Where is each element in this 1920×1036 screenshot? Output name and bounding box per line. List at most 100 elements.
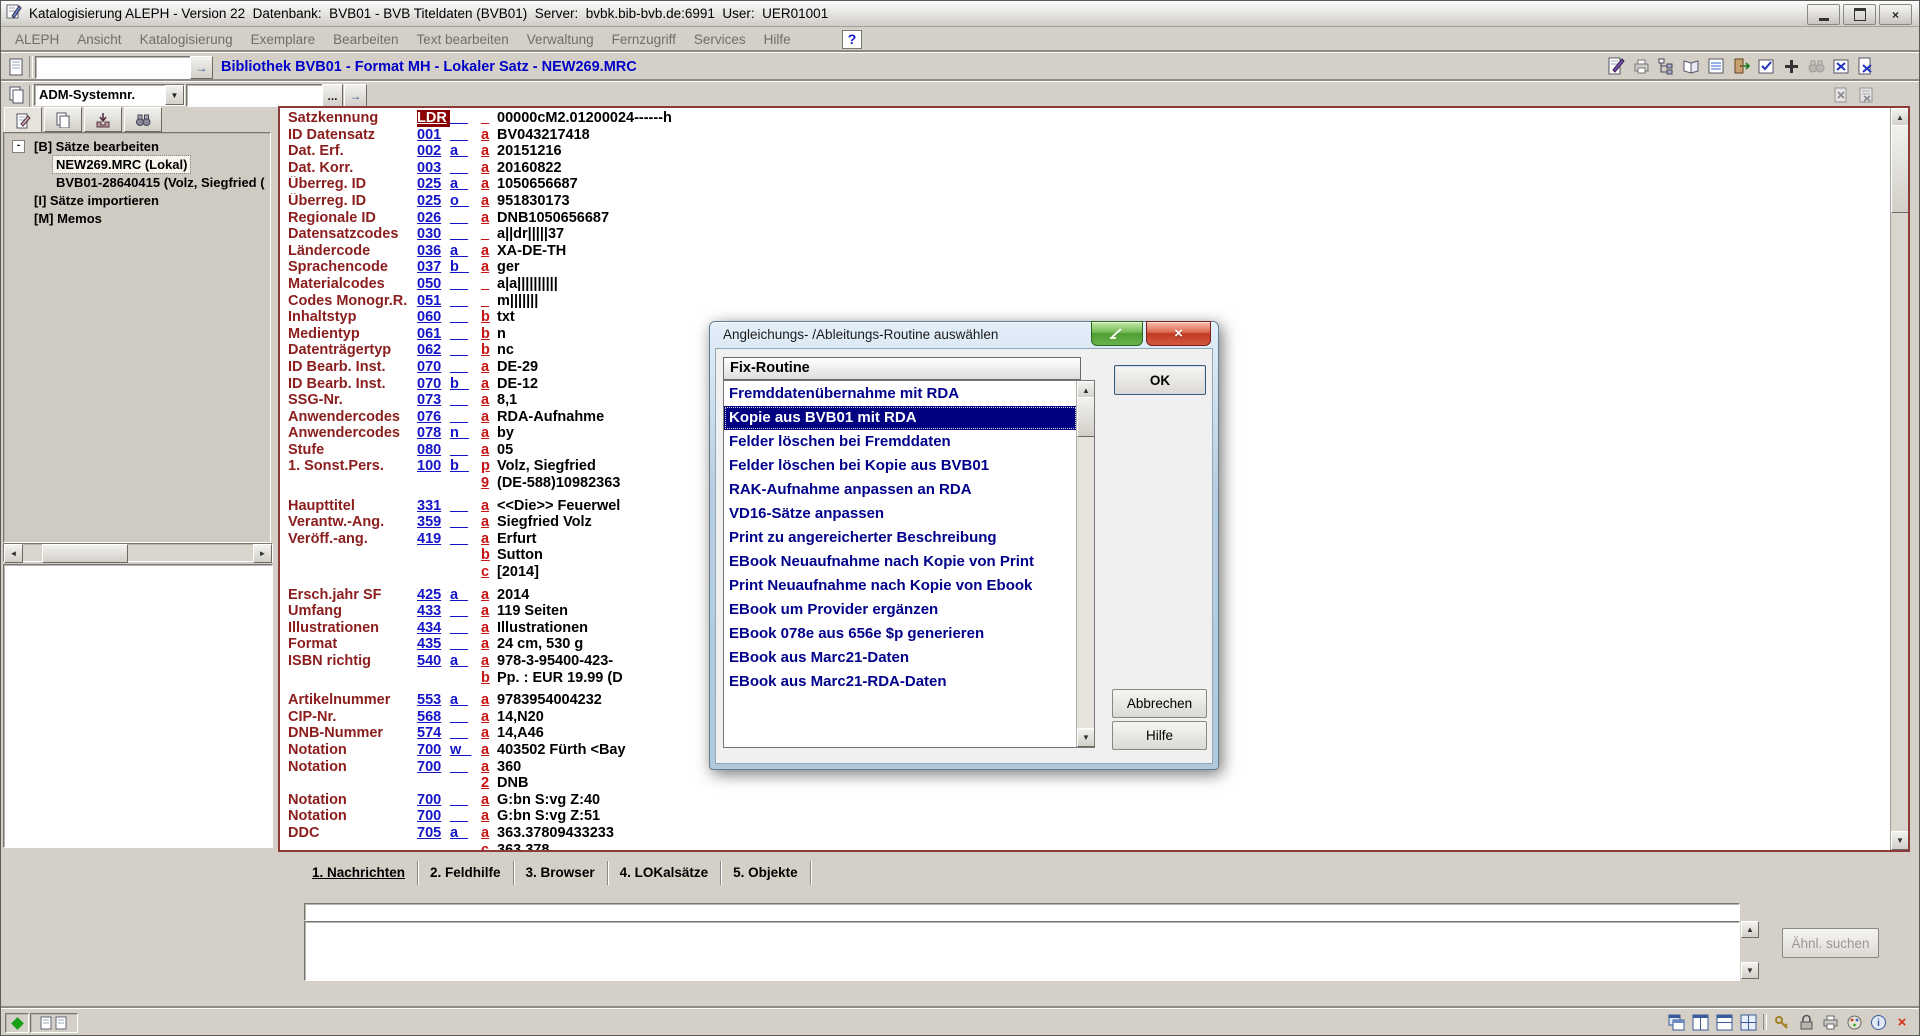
field-tag[interactable] (417, 475, 450, 492)
fix-routine-item[interactable]: EBook 078e aus 656e $p generieren (724, 622, 1077, 646)
subfield-code[interactable]: _ (481, 110, 497, 127)
search-icon[interactable] (1806, 56, 1827, 77)
subfield-code[interactable]: a (481, 808, 497, 825)
scroll-up-button[interactable]: ▲ (1741, 921, 1759, 938)
field-value[interactable]: <<Die>> Feuerwel (497, 498, 620, 515)
field-indicators[interactable]: __ (450, 160, 481, 177)
field-tag[interactable]: 001 (417, 127, 450, 144)
bottom-tab[interactable]: 5. Objekte (721, 861, 811, 885)
go-button[interactable]: → (190, 56, 213, 79)
field-value[interactable]: 363.37809433233 (497, 825, 614, 842)
field-value[interactable]: 363.378 (497, 842, 549, 850)
split-editor-icon[interactable] (1781, 56, 1802, 77)
field-tag[interactable]: 070 (417, 376, 450, 393)
close-all-records-icon[interactable] (1856, 56, 1877, 77)
close-button[interactable]: × (1879, 4, 1912, 25)
field-indicators[interactable] (450, 842, 481, 850)
fix-routine-item[interactable]: Print Neuaufnahme nach Kopie von Ebook (724, 574, 1077, 598)
subfield-code[interactable]: a (481, 160, 497, 177)
subfield-code[interactable]: b (481, 670, 497, 687)
field-value[interactable]: 24 cm, 530 g (497, 636, 583, 653)
field-value[interactable]: n (497, 326, 506, 343)
close-record-icon[interactable] (1831, 56, 1852, 77)
bottom-tab[interactable]: 4. LOKalsätze (608, 861, 722, 885)
field-indicators[interactable]: n_ (450, 425, 481, 442)
field-value[interactable]: RDA-Aufnahme (497, 409, 604, 426)
help-icon[interactable]: ? (842, 30, 862, 49)
subfield-code[interactable]: b (481, 342, 497, 359)
field-indicators[interactable]: __ (450, 210, 481, 227)
tree-item[interactable]: [M] Memos (4, 209, 270, 227)
subfield-code[interactable]: _ (481, 276, 497, 293)
field-tag[interactable]: 700 (417, 759, 450, 776)
field-value[interactable]: 05 (497, 442, 513, 459)
field-tag[interactable]: 050 (417, 276, 450, 293)
subfield-code[interactable]: a (481, 825, 497, 842)
subfield-code[interactable]: a (481, 193, 497, 210)
menu-item[interactable]: Exemplare (242, 29, 325, 50)
field-value[interactable]: 1050656687 (497, 176, 578, 193)
field-indicators[interactable]: a_ (450, 243, 481, 260)
subfield-code[interactable]: a (481, 127, 497, 144)
subfield-code[interactable]: a (481, 653, 497, 670)
field-tag[interactable]: 331 (417, 498, 450, 515)
subfield-code[interactable]: a (481, 587, 497, 604)
field-indicators[interactable]: __ (450, 531, 481, 548)
window-cascade-icon[interactable] (1667, 1013, 1685, 1031)
subfield-code[interactable]: a (481, 243, 497, 260)
record-number-input[interactable] (35, 56, 191, 79)
field-value[interactable]: DNB1050656687 (497, 210, 609, 227)
field-value[interactable]: Erfurt (497, 531, 536, 548)
field-tag[interactable]: 359 (417, 514, 450, 531)
field-value[interactable]: by (497, 425, 514, 442)
clear-list-icon[interactable] (1856, 84, 1877, 105)
field-tag[interactable]: 553 (417, 692, 450, 709)
fix-routine-item[interactable]: Felder löschen bei Fremddaten (724, 430, 1077, 454)
field-value[interactable]: G:bn S:vg Z:40 (497, 792, 600, 809)
subfield-code[interactable]: c (481, 842, 497, 850)
fix-routine-item[interactable]: VD16-Sätze anpassen (724, 502, 1077, 526)
field-value[interactable]: G:bn S:vg Z:51 (497, 808, 600, 825)
field-tag[interactable]: 705 (417, 825, 450, 842)
scroll-down-button[interactable]: ▼ (1891, 831, 1909, 850)
field-indicators[interactable]: __ (450, 808, 481, 825)
scrollbar-thumb[interactable] (42, 544, 128, 563)
field-indicators[interactable]: __ (450, 498, 481, 515)
field-indicators[interactable]: a_ (450, 692, 481, 709)
field-indicators[interactable]: __ (450, 514, 481, 531)
field-indicators[interactable]: __ (450, 792, 481, 809)
menu-item[interactable]: Services (685, 29, 755, 50)
field-indicators[interactable]: __ (450, 276, 481, 293)
field-value[interactable]: ger (497, 259, 520, 276)
field-tag[interactable]: 434 (417, 620, 450, 637)
field-tag[interactable]: 036 (417, 243, 450, 260)
field-tag[interactable] (417, 842, 450, 850)
fix-routine-item[interactable]: EBook um Provider ergänzen (724, 598, 1077, 622)
field-value[interactable]: 951830173 (497, 193, 570, 210)
menu-item[interactable]: Bearbeiten (324, 29, 407, 50)
clear-record-icon[interactable] (1831, 84, 1852, 105)
field-indicators[interactable]: __ (450, 442, 481, 459)
open-book-icon[interactable] (1681, 56, 1702, 77)
field-tag[interactable]: 051 (417, 293, 450, 310)
close-session-icon[interactable]: × (1893, 1013, 1911, 1031)
info-icon[interactable]: i (1869, 1013, 1887, 1031)
window-horizontal-icon[interactable] (1715, 1013, 1733, 1031)
field-value[interactable]: [2014] (497, 564, 539, 581)
menu-item[interactable]: Verwaltung (518, 29, 603, 50)
field-tag[interactable]: 080 (417, 442, 450, 459)
subfield-code[interactable]: b (481, 309, 497, 326)
scrollbar-thumb[interactable] (1891, 125, 1909, 213)
tab-import[interactable] (84, 107, 122, 132)
field-indicators[interactable]: __ (450, 409, 481, 426)
field-tag[interactable]: 700 (417, 808, 450, 825)
tree-view-icon[interactable] (1656, 56, 1677, 77)
field-tag[interactable]: 540 (417, 653, 450, 670)
field-indicators[interactable]: b_ (450, 458, 481, 475)
subfield-code[interactable]: a (481, 210, 497, 227)
window-grid-icon[interactable] (1739, 1013, 1757, 1031)
tree-item[interactable]: NEW269.MRC (Lokal) (26, 155, 270, 173)
subfield-code[interactable]: b (481, 326, 497, 343)
field-value[interactable]: Sutton (497, 547, 543, 564)
messages-area[interactable] (304, 921, 1740, 981)
